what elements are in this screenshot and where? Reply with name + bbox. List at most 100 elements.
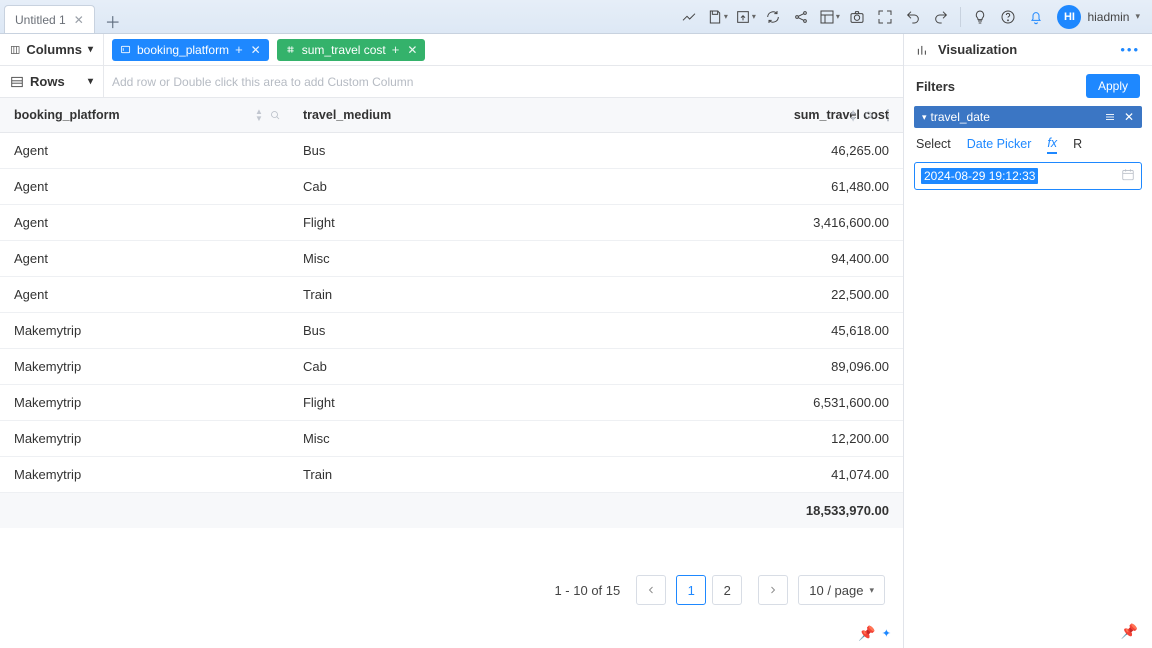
table-row[interactable]: MakemytripFlight6,531,600.00 xyxy=(0,385,903,421)
table-total-row: 18,533,970.00 xyxy=(0,493,903,529)
sort-icon[interactable]: ▲▼ xyxy=(255,108,263,122)
cell-booking-platform: Makemytrip xyxy=(0,313,289,349)
chevron-down-icon[interactable]: ▾ xyxy=(88,76,93,87)
user-menu[interactable]: HI hiadmin ▾ xyxy=(1051,5,1146,29)
cell-cost: 41,074.00 xyxy=(578,457,903,493)
visualization-toggle[interactable]: Visualization xyxy=(916,42,1017,57)
close-icon[interactable]: ✕ xyxy=(251,43,261,57)
cell-cost: 3,416,600.00 xyxy=(578,205,903,241)
columns-shelf: Columns ▾ booking_platform + ✕ sum_trave… xyxy=(0,34,903,66)
cell-cost: 22,500.00 xyxy=(578,277,903,313)
cell-travel-medium: Flight xyxy=(289,385,578,421)
apply-button[interactable]: Apply xyxy=(1086,74,1140,98)
idea-icon[interactable] xyxy=(967,4,993,30)
next-page-button[interactable] xyxy=(758,575,788,605)
filter-mode-tabs: Select Date Picker fx R xyxy=(904,128,1152,158)
plus-icon[interactable]: + xyxy=(392,42,400,57)
top-bar: Untitled 1 ✕ ＋ ▾ ▾ ▾ HI hiadmin ▾ xyxy=(0,0,1152,34)
share-icon[interactable] xyxy=(788,4,814,30)
close-icon[interactable]: ✕ xyxy=(407,43,417,57)
tab-r[interactable]: R xyxy=(1073,137,1082,153)
chart-line-icon[interactable] xyxy=(676,4,702,30)
columns-shelf-body[interactable]: booking_platform + ✕ sum_travel cost + ✕ xyxy=(104,34,903,65)
page-range: 1 - 10 of 15 xyxy=(554,583,620,598)
cell-cost: 12,200.00 xyxy=(578,421,903,457)
page-size-select[interactable]: 10 / page ▾ xyxy=(798,575,885,605)
layout-icon[interactable]: ▾ xyxy=(816,4,842,30)
pin-badge-icon[interactable]: ✦ xyxy=(882,627,891,640)
page-number-button[interactable]: 2 xyxy=(712,575,742,605)
close-icon[interactable]: ✕ xyxy=(74,13,84,27)
right-footer: 📌 xyxy=(904,615,1152,648)
rows-label[interactable]: Rows ▾ xyxy=(0,66,104,97)
refresh-icon[interactable] xyxy=(760,4,786,30)
workspace-tab[interactable]: Untitled 1 ✕ xyxy=(4,5,95,33)
pill-label: sum_travel cost xyxy=(302,43,386,57)
pill-booking-platform[interactable]: booking_platform + ✕ xyxy=(112,39,269,61)
calendar-icon[interactable] xyxy=(1121,168,1135,185)
th-travel-medium[interactable]: travel_medium xyxy=(289,98,578,133)
right-panel: Visualization ••• Filters Apply ▾ travel… xyxy=(904,34,1152,648)
th-booking-platform[interactable]: booking_platform ▲▼ xyxy=(0,98,289,133)
table-row[interactable]: AgentFlight3,416,600.00 xyxy=(0,205,903,241)
date-value: 2024-08-29 19:12:33 xyxy=(921,168,1038,184)
more-icon[interactable]: ⋮ xyxy=(881,107,895,124)
cell-booking-platform: Makemytrip xyxy=(0,457,289,493)
rows-shelf-body[interactable]: Add row or Double click this area to add… xyxy=(104,66,903,97)
filter-chip-travel-date[interactable]: ▾ travel_date ✕ xyxy=(914,106,1142,128)
cell-travel-medium: Cab xyxy=(289,169,578,205)
undo-icon[interactable] xyxy=(900,4,926,30)
cell-booking-platform: Makemytrip xyxy=(0,385,289,421)
total-value: 18,533,970.00 xyxy=(578,493,903,529)
tab-date-picker[interactable]: Date Picker xyxy=(967,137,1032,153)
tab-fx[interactable]: fx xyxy=(1047,136,1057,154)
tab-select[interactable]: Select xyxy=(916,137,951,153)
pin-icon[interactable]: 📌 xyxy=(1121,623,1138,640)
search-icon[interactable] xyxy=(863,109,875,121)
save-icon[interactable]: ▾ xyxy=(704,4,730,30)
plus-icon[interactable]: + xyxy=(235,42,243,57)
notifications-icon[interactable] xyxy=(1023,4,1049,30)
pill-label: booking_platform xyxy=(137,43,229,57)
filters-header: Filters Apply xyxy=(904,66,1152,106)
chevron-down-icon: ▾ xyxy=(922,112,927,123)
th-sum-travel-cost[interactable]: sum_travel cost ▲▼ ⋮ xyxy=(578,98,903,133)
pin-icon[interactable]: 📌 xyxy=(858,625,875,642)
avatar: HI xyxy=(1057,5,1081,29)
visualization-header: Visualization ••• xyxy=(904,34,1152,66)
camera-icon[interactable] xyxy=(844,4,870,30)
table-row[interactable]: MakemytripBus45,618.00 xyxy=(0,313,903,349)
export-icon[interactable]: ▾ xyxy=(732,4,758,30)
close-icon[interactable]: ✕ xyxy=(1124,110,1134,124)
redo-icon[interactable] xyxy=(928,4,954,30)
list-icon[interactable] xyxy=(1104,111,1116,123)
search-icon[interactable] xyxy=(269,109,281,121)
pagination: 1 - 10 of 15 12 10 / page ▾ xyxy=(0,561,903,619)
table-row[interactable]: MakemytripCab89,096.00 xyxy=(0,349,903,385)
rows-shelf: Rows ▾ Add row or Double click this area… xyxy=(0,66,903,98)
cell-travel-medium: Flight xyxy=(289,205,578,241)
chevron-down-icon[interactable]: ▾ xyxy=(88,44,93,55)
expand-icon[interactable] xyxy=(872,4,898,30)
prev-page-button[interactable] xyxy=(636,575,666,605)
new-tab-button[interactable]: ＋ xyxy=(101,9,125,33)
columns-label[interactable]: Columns ▾ xyxy=(0,34,104,65)
more-icon[interactable]: ••• xyxy=(1120,42,1140,57)
table-row[interactable]: AgentBus46,265.00 xyxy=(0,133,903,169)
cell-booking-platform: Agent xyxy=(0,169,289,205)
help-icon[interactable] xyxy=(995,4,1021,30)
pill-sum-travel-cost[interactable]: sum_travel cost + ✕ xyxy=(277,39,426,61)
cell-cost: 46,265.00 xyxy=(578,133,903,169)
table-row[interactable]: AgentCab61,480.00 xyxy=(0,169,903,205)
cell-cost: 94,400.00 xyxy=(578,241,903,277)
cell-cost: 45,618.00 xyxy=(578,313,903,349)
date-input[interactable]: 2024-08-29 19:12:33 xyxy=(914,162,1142,190)
rows-placeholder: Add row or Double click this area to add… xyxy=(112,75,413,89)
sort-icon[interactable]: ▲▼ xyxy=(849,108,857,122)
table-row[interactable]: MakemytripMisc12,200.00 xyxy=(0,421,903,457)
left-footer: 📌 ✦ xyxy=(0,619,903,648)
table-row[interactable]: AgentMisc94,400.00 xyxy=(0,241,903,277)
table-row[interactable]: AgentTrain22,500.00 xyxy=(0,277,903,313)
table-row[interactable]: MakemytripTrain41,074.00 xyxy=(0,457,903,493)
page-number-button[interactable]: 1 xyxy=(676,575,706,605)
